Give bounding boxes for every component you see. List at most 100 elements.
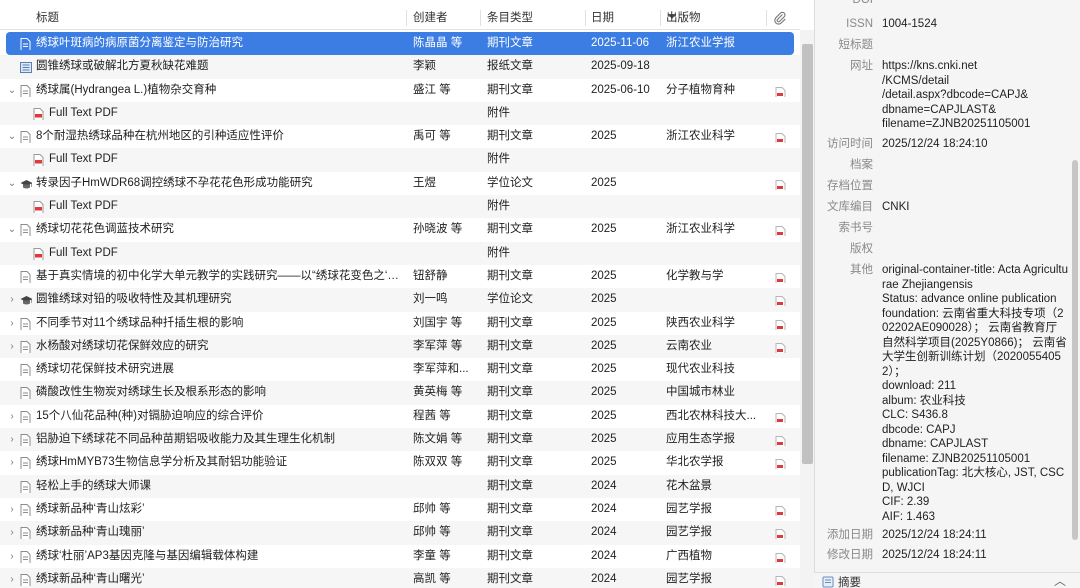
collapse-chevron-icon[interactable]: ︿ [1054, 572, 1066, 588]
item-row[interactable]: › 15个八仙花品种(种)对镉胁迫响应的综合评价 程茜 等 期刊文章 2025 西北农林科… [0, 405, 800, 428]
journal-article-icon [20, 573, 32, 586]
expand-twisty-icon[interactable]: › [7, 545, 17, 568]
attachment-row[interactable]: Full Text PDF 附件 [0, 101, 800, 126]
item-row[interactable]: 绣球切花保鲜技术研究进展 李军萍和... 期刊文章 2025 现代农业科技 [0, 358, 800, 381]
column-divider[interactable] [660, 10, 661, 26]
item-row[interactable]: › 铝胁迫下绣球花不同品种苗期铝吸收能力及其生理生化机制 陈文娟 等 期刊文章 2025… [0, 428, 800, 452]
pdf-attachment-icon[interactable] [775, 224, 786, 237]
expand-twisty-icon[interactable]: › [7, 428, 17, 451]
abstract-section-header[interactable]: 摘要 ︿ [814, 572, 1080, 588]
pdf-attachment-icon[interactable] [775, 411, 786, 423]
item-row[interactable]: › 绣球新品种‘青山炫彩’ 邱帅 等 期刊文章 2024 园艺学报 [0, 498, 800, 521]
item-creator: 孙晓波 等 [413, 223, 463, 236]
item-title: 绣球属(Hydrangea L.)植物杂交育种 [36, 83, 217, 96]
item-info-pane: DOI ISSN 1004-1524 短标题 网址 https://kns.cnki.ne… [814, 0, 1080, 588]
item-type: 报纸文章 [487, 60, 533, 73]
item-row[interactable]: ⌄ 8个耐湿热绣球品种在杭州地区的引种适应性评价 禹可 等 期刊文章 2025 浙江农业科… [0, 125, 800, 148]
field-value[interactable]: 2025/12/24 18:24:11 [882, 548, 1068, 563]
column-date[interactable]: 日期 [591, 6, 614, 30]
item-date: 2025 [591, 176, 617, 189]
item-row[interactable]: › 水杨酸对绣球切花保鲜效应的研究 李军萍 等 期刊文章 2025 云南农业 [0, 334, 800, 359]
pdf-attachment-icon[interactable] [775, 527, 786, 540]
item-row[interactable]: 磷酸改性生物炭对绣球生长及根系形态的影响 黄英梅 等 期刊文章 2025 中国城市林业 [0, 381, 800, 405]
scrollbar-thumb[interactable] [802, 44, 813, 464]
item-type: 期刊文章 [487, 130, 533, 143]
item-creator: 盛江 等 [413, 83, 451, 96]
item-row[interactable]: › 绣球新品种‘青山曙光’ 高凯 等 期刊文章 2024 园艺学报 [0, 567, 800, 588]
pdf-icon [33, 153, 45, 167]
field-label: 版权 [850, 243, 873, 255]
item-creator: 王煜 [413, 176, 436, 189]
item-row[interactable]: ⌄ 绣球属(Hydrangea L.)植物杂交育种 盛江 等 期刊文章 2025-06-… [0, 79, 800, 102]
item-publication: 化学教与学 [666, 269, 724, 282]
field-value[interactable]: CNKI [882, 200, 1068, 215]
item-row[interactable]: ⌄ 转录因子HmWDR68调控绣球不孕花花色形成功能研究 王煜 学位论文 2025 [0, 172, 800, 195]
expand-twisty-icon[interactable]: › [7, 405, 17, 428]
attachment-row[interactable]: Full Text PDF 附件 [0, 195, 800, 219]
attachment-column-icon[interactable] [773, 11, 787, 25]
expand-twisty-icon[interactable]: › [7, 521, 17, 544]
item-row[interactable]: 圆锥绣球或破解北方夏秋缺花难题 李颖 报纸文章 2025-09-18 [0, 55, 800, 79]
column-divider[interactable] [406, 10, 407, 26]
item-row[interactable]: › 绣球‘杜丽’AP3基因克隆与基因编辑载体构建 李童 等 期刊文章 2024 广西植物 [0, 545, 800, 568]
pdf-attachment-icon[interactable] [775, 434, 786, 447]
item-type: 期刊文章 [487, 223, 533, 236]
pdf-attachment-icon[interactable] [775, 504, 786, 516]
item-row[interactable]: ⌄ 绣球切花花色调蓝技术研究 孙晓波 等 期刊文章 2025 浙江农业科学 [0, 218, 800, 241]
pdf-attachment-icon[interactable] [775, 341, 786, 353]
item-title: 绣球新品种‘青山曙光’ [36, 572, 145, 585]
attachment-row[interactable]: Full Text PDF 附件 [0, 241, 800, 265]
field-value[interactable]: original-container-title: Acta Agricultu… [882, 263, 1068, 524]
expand-twisty-icon[interactable]: ⌄ [7, 125, 17, 148]
item-row[interactable]: 绣球叶斑病的病原菌分离鉴定与防治研究 陈晶晶 等 期刊文章 2025-11-06 浙江农… [6, 32, 794, 56]
pdf-attachment-icon[interactable] [775, 574, 786, 586]
expand-twisty-icon[interactable]: › [7, 312, 17, 335]
item-type: 附件 [487, 153, 510, 166]
pdf-attachment-icon[interactable] [775, 318, 786, 330]
item-row[interactable]: 基于真实情境的初中化学大单元教学的实践研究——以“绣球花变色之‘铝’”... 钮舒… [0, 265, 800, 288]
item-creator: 刘国宇 等 [413, 316, 463, 329]
field-value[interactable]: 2025/12/24 18:24:11 [882, 528, 1068, 543]
pdf-attachment-icon[interactable] [775, 294, 786, 307]
column-item-type[interactable]: 条目类型 [487, 6, 533, 30]
attachment-row[interactable]: Full Text PDF 附件 [0, 148, 800, 172]
journal-article-icon [20, 386, 32, 400]
expand-twisty-icon[interactable]: ⌄ [7, 218, 17, 241]
column-creator[interactable]: 创建者 [413, 6, 448, 30]
expand-twisty-icon[interactable]: › [7, 568, 17, 588]
info-scrollbar[interactable] [1072, 160, 1078, 540]
pdf-attachment-icon[interactable] [775, 131, 786, 144]
item-row[interactable]: 轻松上手的绣球大师课 期刊文章 2024 花木盆景 [0, 474, 800, 498]
pdf-icon [33, 200, 45, 214]
pdf-attachment-icon[interactable] [775, 271, 786, 283]
field-label: 访问时间 [827, 138, 873, 150]
item-title: 绣球新品种‘青山炫彩’ [36, 502, 145, 515]
item-row[interactable]: › 不同季节对11个绣球品种扦插生根的影响 刘国宇 等 期刊文章 2025 陕西农业科学 [0, 312, 800, 335]
pdf-attachment-icon[interactable] [775, 178, 786, 190]
column-divider[interactable] [585, 10, 586, 26]
field-label: ISSN [846, 18, 873, 30]
field-value[interactable]: https://kns.cnki.net /KCMS/detail /detai… [882, 59, 1068, 132]
field-value[interactable]: 2025/12/24 18:24:10 [882, 137, 1068, 152]
field-label: 存档位置 [827, 180, 873, 192]
field-value[interactable]: 1004-1524 [882, 17, 1068, 32]
expand-twisty-icon[interactable]: › [7, 288, 17, 311]
column-divider[interactable] [766, 10, 767, 26]
expand-twisty-icon[interactable]: › [7, 335, 17, 358]
item-row[interactable]: › 圆锥绣球对铅的吸收特性及其机理研究 刘一鸣 学位论文 2025 [0, 288, 800, 312]
expand-twisty-icon[interactable]: › [7, 451, 17, 474]
expand-twisty-icon[interactable]: ⌄ [7, 172, 17, 195]
item-row[interactable]: › 绣球新品种‘青山瑰丽’ 邱帅 等 期刊文章 2024 园艺学报 [0, 521, 800, 545]
newspaper-article-icon [20, 60, 32, 74]
item-date: 2025 [591, 363, 617, 376]
pdf-attachment-icon[interactable] [775, 457, 786, 470]
pdf-attachment-icon[interactable] [775, 85, 786, 97]
item-type: 附件 [487, 246, 510, 259]
column-title[interactable]: 标题 [36, 6, 59, 30]
item-row[interactable]: › 绣球HmMYB73生物信息学分析及其耐铝功能验证 陈双双 等 期刊文章 2025 华北… [0, 451, 800, 474]
column-publication[interactable]: 出版物 [666, 6, 701, 30]
expand-twisty-icon[interactable]: › [7, 498, 17, 521]
pdf-attachment-icon[interactable] [775, 551, 786, 563]
expand-twisty-icon[interactable]: ⌄ [7, 79, 17, 102]
column-divider[interactable] [480, 10, 481, 26]
